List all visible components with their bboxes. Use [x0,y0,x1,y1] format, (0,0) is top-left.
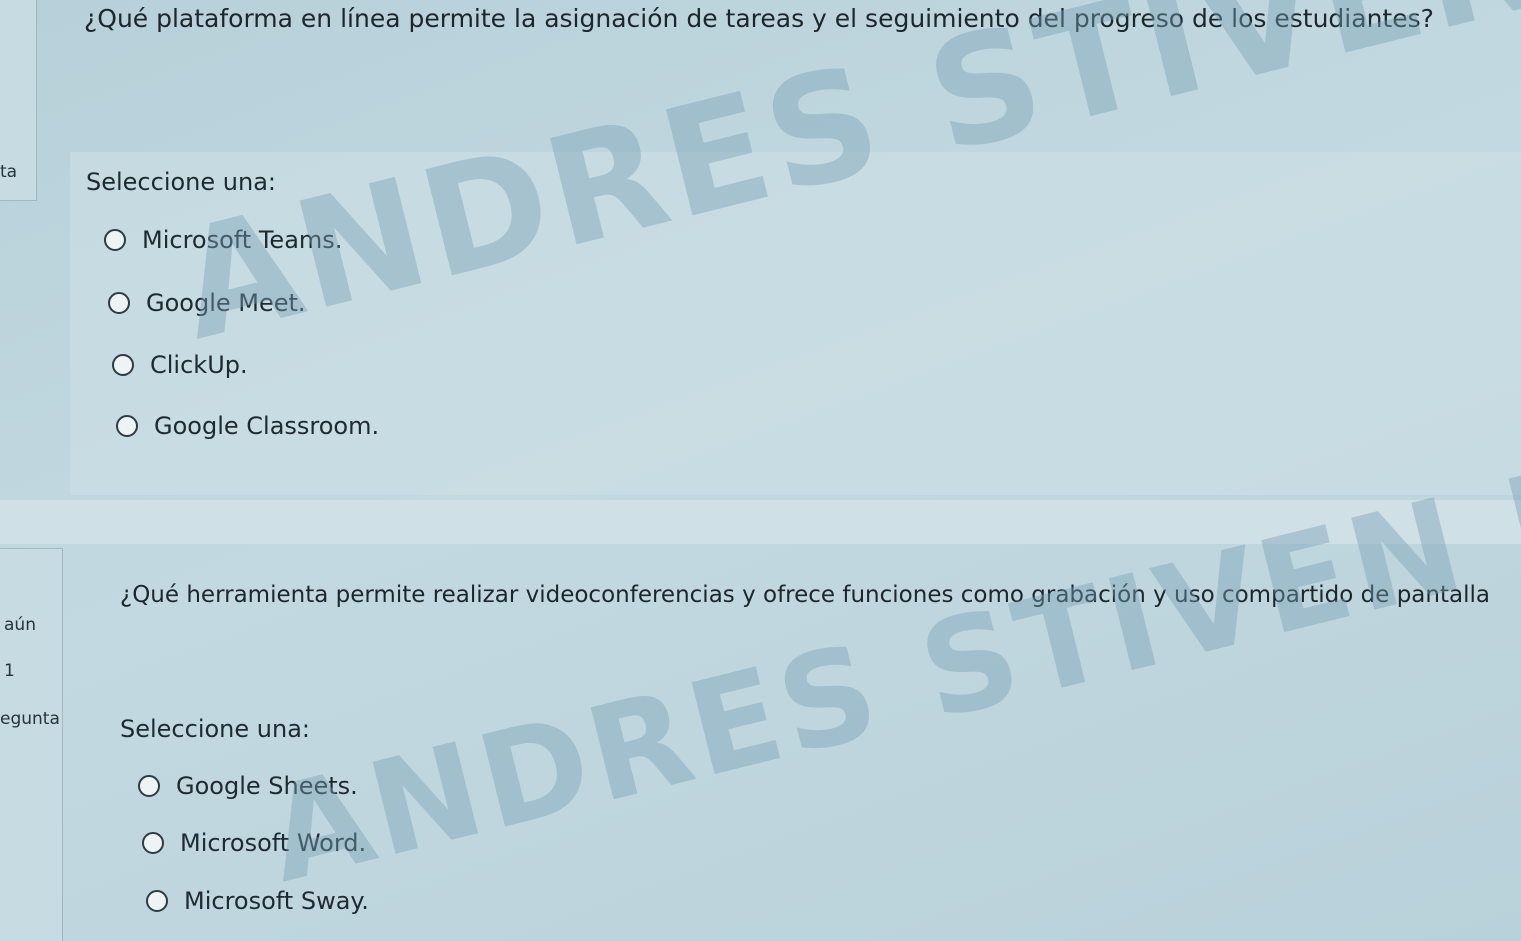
radio-button[interactable] [146,890,168,912]
question-2-option-1[interactable]: Google Sheets. [138,772,358,800]
option-label: Google Classroom. [154,412,380,440]
option-label: ClickUp. [150,351,248,379]
radio-button[interactable] [108,292,130,314]
question-1-state: ta [0,162,18,182]
option-label: Microsoft Word. [180,829,367,857]
question-2-score: 1 [4,661,15,681]
quiz-page: ta ¿Qué plataforma en línea permite la a… [0,0,1521,941]
question-2-label: egunta [0,709,60,729]
question-2-option-3[interactable]: Microsoft Sway. [146,887,369,915]
question-2-text: ¿Qué herramienta permite realizar videoc… [120,582,1490,608]
question-1-option-1[interactable]: Microsoft Teams. [104,226,342,254]
option-label: Google Meet. [146,289,306,317]
radio-button[interactable] [116,415,138,437]
question-2-option-2[interactable]: Microsoft Word. [142,829,366,857]
question-1-option-3[interactable]: ClickUp. [112,351,248,379]
question-1-option-4[interactable]: Google Classroom. [116,412,379,440]
radio-button[interactable] [112,354,134,376]
question-1-option-2[interactable]: Google Meet. [108,289,306,317]
question-1-answer-panel [70,152,1521,495]
question-1-prompt: Seleccione una: [86,168,276,196]
radio-button[interactable] [138,775,160,797]
option-label: Google Sheets. [176,772,358,800]
question-divider [0,500,1521,544]
question-2-info-box: aún 1 egunta [0,548,63,941]
radio-button[interactable] [104,229,126,251]
question-2-state: aún [4,615,36,635]
option-label: Microsoft Sway. [184,887,369,915]
question-1-text: ¿Qué plataforma en línea permite la asig… [84,4,1434,33]
question-2-prompt: Seleccione una: [120,715,310,743]
option-label: Microsoft Teams. [142,226,343,254]
question-1-info-box: ta [0,0,37,201]
radio-button[interactable] [142,832,164,854]
